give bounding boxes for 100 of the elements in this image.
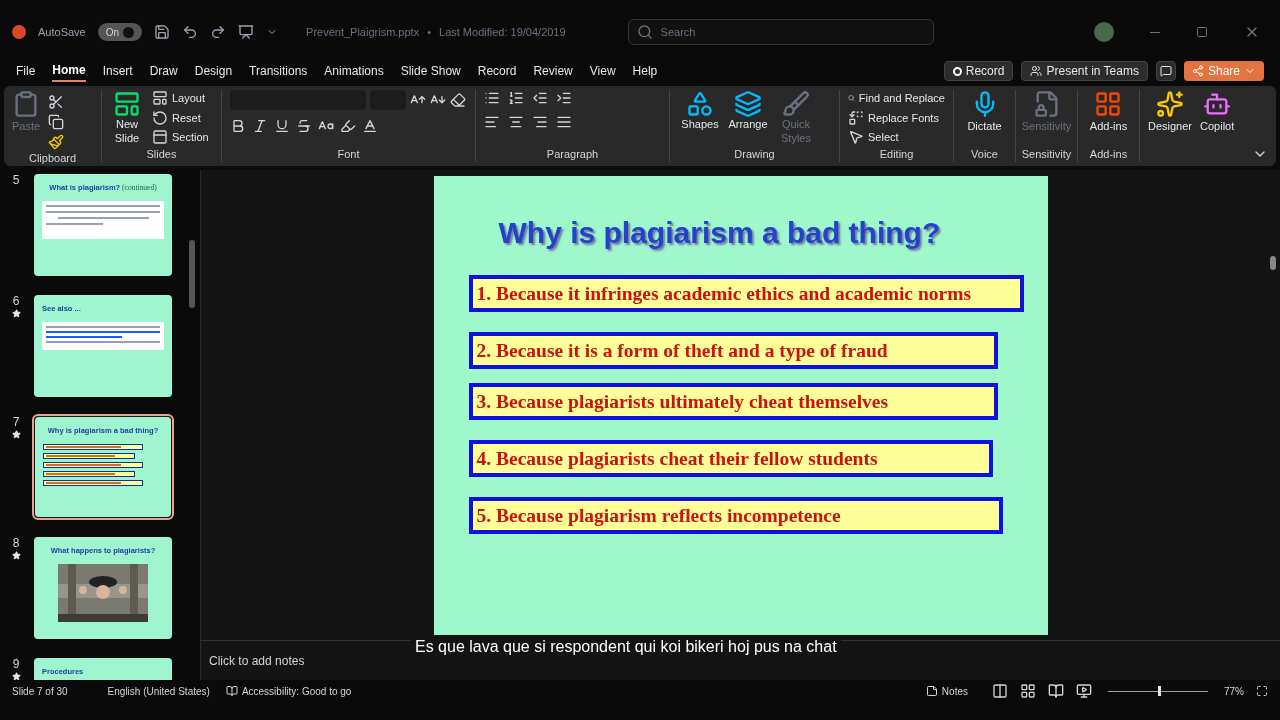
slide-counter: Slide 7 of 30 [12,684,68,699]
slide-show-icon [1076,683,1092,699]
menu-tab[interactable]: Review [533,60,573,82]
restore-icon [1196,26,1208,38]
highlighter-icon [340,118,356,134]
menu-tab[interactable]: Draw [149,60,178,82]
drawing-button[interactable]: Arrange [726,90,770,146]
grid-icon [1094,90,1123,118]
zoom-percent: 77% [1224,684,1244,699]
present-in-teams-button[interactable]: Present in Teams [1021,61,1148,81]
comment-icon [1159,65,1172,77]
menu-tab[interactable]: Insert [102,60,133,82]
slide-title: Why is plagiarism a bad thing? [498,215,942,251]
reason-box: 3. Because plagiarists ultimately cheat themselves [468,383,998,420]
menu-tab[interactable]: Slide Show [400,60,461,82]
slides-option-button[interactable]: Section [152,129,209,146]
bullets-icon [484,90,500,106]
numbering-icon [508,90,524,106]
slide-number: 8 [12,535,20,551]
undo-icon [182,24,199,40]
menu-tab[interactable]: Help [632,60,658,82]
save-icon [154,24,171,40]
align-left-icon [484,114,500,130]
new-slide-icon [113,90,141,118]
drawing-button[interactable]: Shapes [678,90,722,146]
justify-icon [556,114,572,130]
slide-number: 5 [12,172,20,188]
align-right-icon [532,114,548,130]
group-label: Sensitivity [1021,146,1072,162]
reason-box: 2. Because it is a form of theft and a type of fraud [468,332,998,369]
italic-icon [252,118,268,134]
menu-tab[interactable]: Animations [324,60,384,82]
record-button[interactable]: Record [943,61,1014,81]
dictate-button[interactable]: Dictate [967,90,1002,135]
minimize-icon[interactable] [1150,31,1160,33]
align-center-icon [508,114,524,130]
language-status: English (United States) [107,684,210,699]
editing-button[interactable]: Select [848,129,945,146]
record-icon [952,66,962,76]
menu-tab[interactable]: File [16,60,36,82]
underline-icon [274,118,290,134]
autosave-toggle[interactable]: On [97,23,143,41]
group-label: Voice [971,146,998,162]
group-label: Add-ins [1089,146,1128,162]
scrollbar-thumb[interactable] [189,240,195,308]
sparkle-icon [1156,90,1184,118]
last-modified: Last Modified: 19/04/2019 [439,24,566,40]
slide-sorter-icon [1020,683,1036,699]
menu-tab[interactable]: Transitions [249,60,308,82]
present-icon [238,24,255,40]
group-label: Paragraph [545,146,600,162]
editing-button[interactable]: Replace Fonts [848,109,945,126]
autosave-label: AutoSave [38,24,86,40]
brush-icon [782,90,810,118]
search-icon [636,24,653,40]
menu-tab[interactable]: Home [52,60,86,82]
slide-number: 9 [12,656,20,672]
strikethrough-icon [296,118,312,134]
group-label: Clipboard [27,151,78,166]
menu-tab[interactable]: View [589,60,616,82]
editing-button[interactable]: Find and Replace [848,90,945,107]
zoom-slider[interactable] [1108,686,1208,696]
copilot-button[interactable]: Copilot [1200,90,1235,135]
notes-button[interactable]: Notes [925,683,968,699]
layers-icon [734,90,762,118]
copy-icon [48,114,65,130]
group-label: Font [336,146,361,162]
add-ins-button[interactable]: Add-ins [1089,90,1128,135]
section-icon [152,129,168,146]
group-label: Slides [145,146,178,162]
comments-button[interactable] [1155,61,1176,81]
app-logo-icon [12,25,26,39]
accessibility-status[interactable]: Accessibility: Good to go [225,683,352,699]
notes-icon [925,685,938,697]
reason-box: 1. Because it infringes academic ethics and academic norms [468,275,1024,312]
format-painter-icon [48,134,65,150]
notes-placeholder[interactable]: Click to add notes [209,651,305,670]
search-field[interactable]: Search [627,19,934,45]
slides-option-button[interactable]: Layout [152,90,209,107]
vertical-scrollbar[interactable] [1270,256,1276,270]
file-name: Prevent_Plaigrism.pptx [306,24,420,40]
increase-indent-icon [556,90,572,106]
people-icon [1030,65,1043,77]
designer-button[interactable]: Designer [1148,90,1193,135]
avatar [1094,22,1114,42]
redo-icon [210,24,227,40]
slides-option-button[interactable]: Reset [152,109,209,126]
font-color-icon [362,118,378,134]
new-slide-button[interactable]: New Slide [110,90,144,146]
normal-view-icon [992,683,1008,699]
bold-icon [230,118,246,134]
pointer-icon [848,129,864,146]
reason-box: 5. Because plagiarism reflects incompetence [468,497,1003,534]
menu-tab[interactable]: Design [194,60,233,82]
reset-icon [152,109,168,126]
fit-slide-icon [1256,685,1268,697]
cut-icon [48,94,65,110]
separator-dot: • [427,24,431,40]
shapes-icon [686,90,714,118]
menu-tab[interactable]: Record [477,60,517,82]
